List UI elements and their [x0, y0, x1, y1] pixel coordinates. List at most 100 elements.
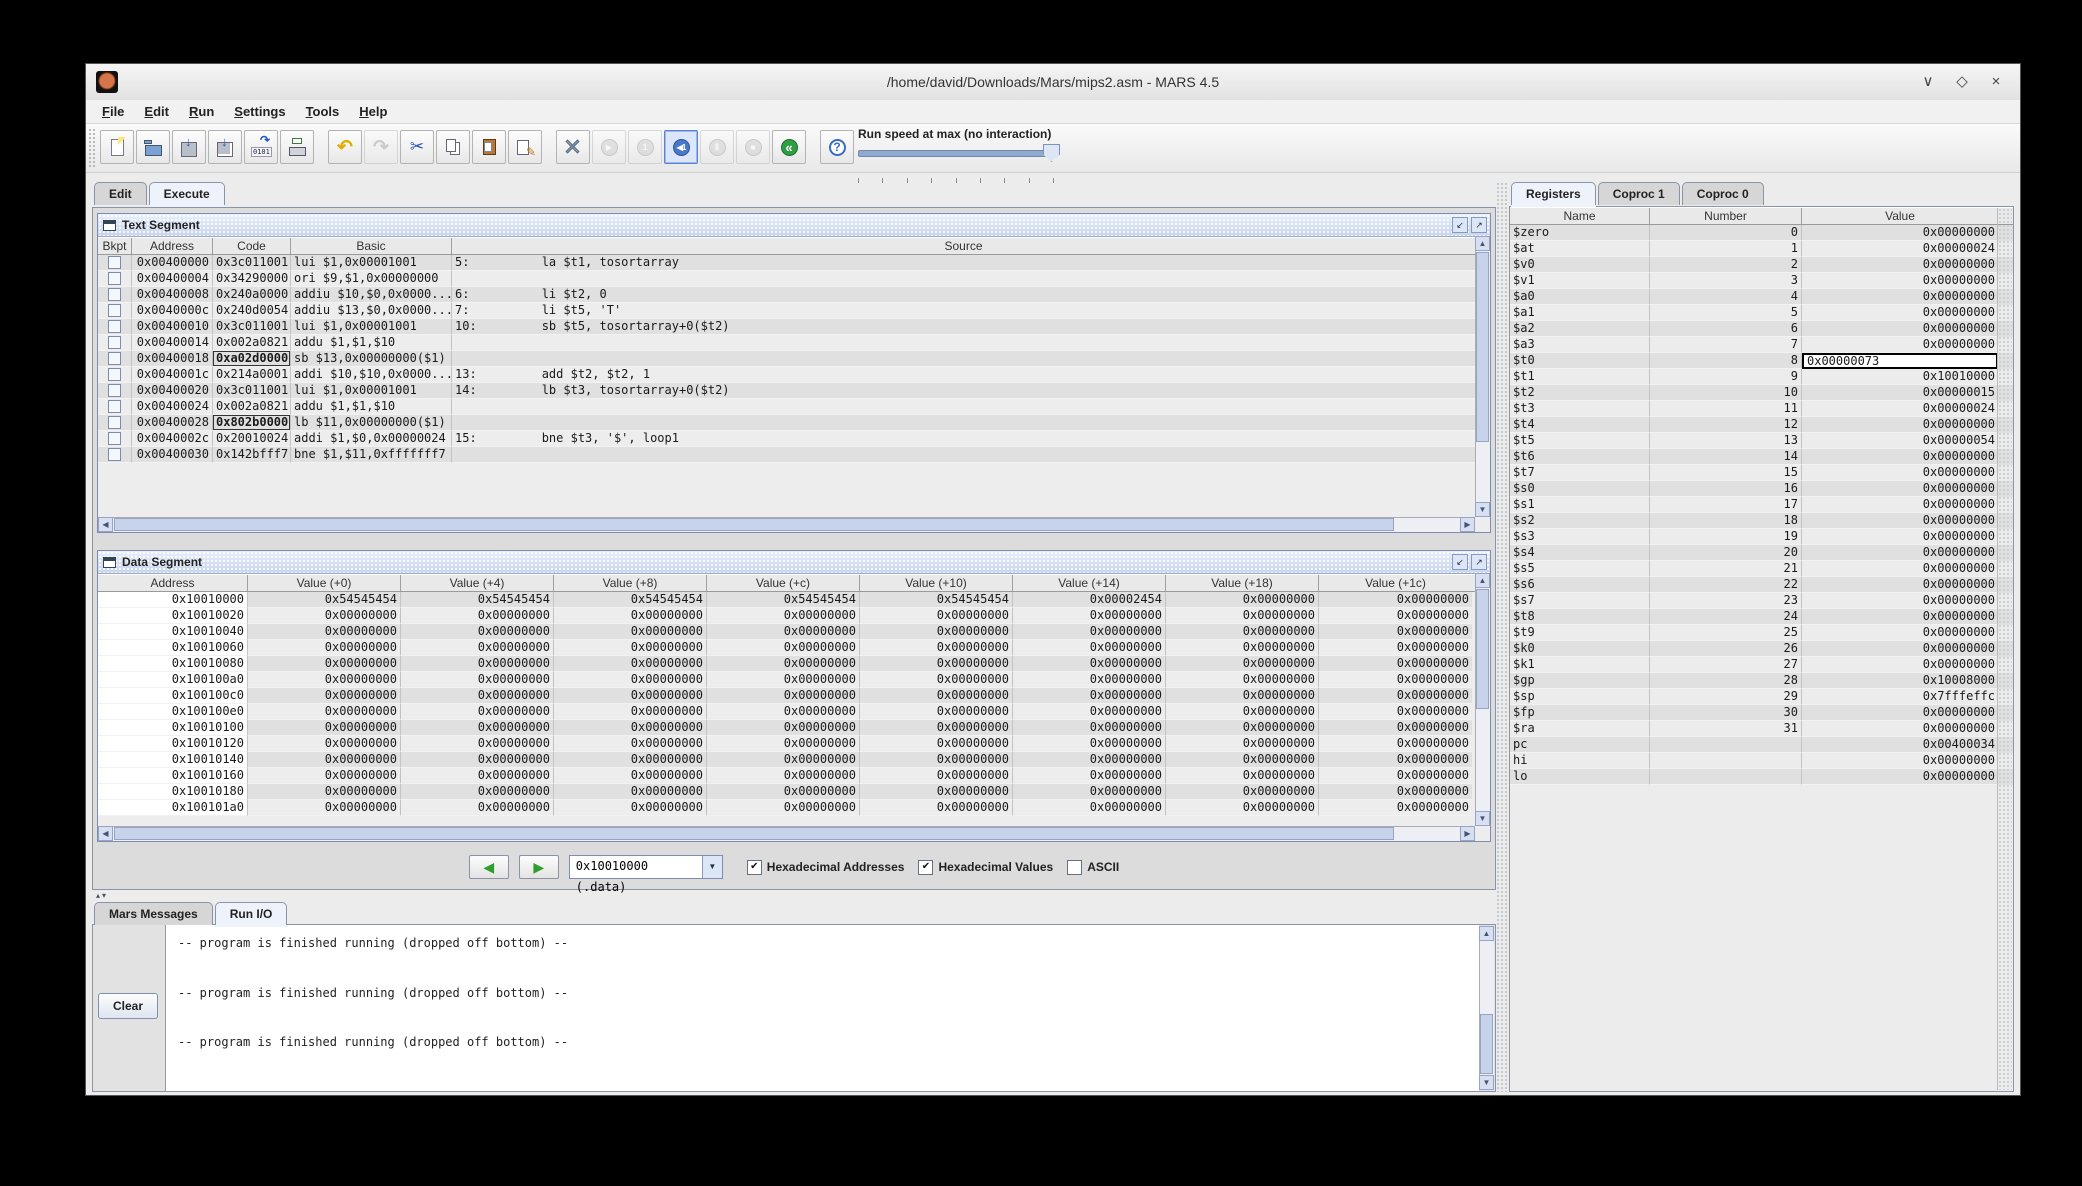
value-cell[interactable]: 0x00000000	[401, 656, 554, 672]
register-value[interactable]: 0x00000000	[1802, 337, 1998, 353]
value-cell[interactable]: 0x00000000	[248, 736, 401, 752]
value-cell[interactable]: 0x00000000	[1013, 720, 1166, 736]
value-cell[interactable]: 0x00000000	[401, 704, 554, 720]
value-cell[interactable]: 0x00000000	[860, 784, 1013, 800]
register-value[interactable]: 0x00000000	[1802, 289, 1998, 305]
register-tab[interactable]: Coproc 1	[1597, 182, 1680, 205]
toolbar-button[interactable]	[136, 130, 170, 164]
value-cell[interactable]: 0x00000000	[554, 608, 707, 624]
value-cell[interactable]: 0x54545454	[401, 592, 554, 608]
value-cell[interactable]: 0x00000000	[1319, 752, 1472, 768]
value-cell[interactable]: 0x00000000	[707, 736, 860, 752]
scroll-right-icon[interactable]: ▶	[1460, 826, 1475, 841]
scroll-thumb[interactable]	[1476, 252, 1489, 442]
toolbar-button[interactable]	[736, 130, 770, 164]
scroll-thumb[interactable]	[1480, 1014, 1493, 1074]
value-cell[interactable]: 0x00000000	[1319, 784, 1472, 800]
value-cell[interactable]: 0x00000000	[707, 608, 860, 624]
scroll-thumb[interactable]	[114, 827, 1394, 840]
value-cell[interactable]: 0x00000000	[1166, 592, 1319, 608]
value-cell[interactable]: 0x00000000	[554, 752, 707, 768]
value-cell[interactable]: 0x00000000	[707, 784, 860, 800]
scroll-thumb[interactable]	[114, 518, 1394, 531]
value-cell[interactable]: 0x00000000	[707, 704, 860, 720]
value-cell[interactable]: 0x00000000	[1319, 720, 1472, 736]
value-cell[interactable]: 0x00000000	[401, 784, 554, 800]
toolbar-button[interactable]	[628, 130, 662, 164]
value-cell[interactable]: 0x00000000	[1013, 608, 1166, 624]
value-cell[interactable]: 0x00000000	[707, 720, 860, 736]
value-cell[interactable]: 0x00000000	[1013, 704, 1166, 720]
value-cell[interactable]: 0x00000000	[1166, 720, 1319, 736]
toolbar-button[interactable]	[364, 130, 398, 164]
value-cell[interactable]: 0x00000000	[554, 688, 707, 704]
scroll-up-icon[interactable]: ▲	[1479, 926, 1494, 941]
messages-vscrollbar[interactable]: ▲ ▼	[1479, 926, 1494, 1090]
breakpoint-checkbox[interactable]	[108, 416, 121, 429]
value-cell[interactable]: 0x00000000	[1013, 752, 1166, 768]
register-value[interactable]: 0x00400034	[1802, 737, 1998, 753]
toolbar-button[interactable]	[664, 130, 698, 164]
value-cell[interactable]: 0x00000000	[860, 704, 1013, 720]
next-memory-range-button[interactable]: ▶	[518, 855, 559, 879]
register-tab[interactable]: Registers	[1511, 182, 1596, 205]
toolbar-button[interactable]	[328, 130, 362, 164]
value-cell[interactable]: 0x00000000	[248, 784, 401, 800]
data-segment-hscrollbar[interactable]: ◀ ▶	[98, 826, 1475, 841]
value-cell[interactable]: 0x00000000	[1166, 672, 1319, 688]
value-cell[interactable]: 0x00000000	[1013, 768, 1166, 784]
value-cell[interactable]: 0x00000000	[860, 608, 1013, 624]
toolbar-button[interactable]	[508, 130, 542, 164]
breakpoint-checkbox[interactable]	[108, 384, 121, 397]
value-cell[interactable]: 0x00000000	[248, 656, 401, 672]
value-cell[interactable]: 0x00000000	[554, 672, 707, 688]
register-value[interactable]: 0x00000000	[1802, 321, 1998, 337]
registers-scroll-track[interactable]	[1997, 208, 2012, 1090]
value-cell[interactable]: 0x00000000	[1166, 736, 1319, 752]
register-value[interactable]: 0x00000000	[1802, 705, 1998, 721]
value-cell[interactable]: 0x00000000	[707, 640, 860, 656]
toolbar-button[interactable]	[700, 130, 734, 164]
breakpoint-checkbox[interactable]	[108, 288, 121, 301]
scroll-left-icon[interactable]: ◀	[98, 517, 113, 532]
value-cell[interactable]: 0x00000000	[1319, 608, 1472, 624]
value-cell[interactable]: 0x00000000	[860, 800, 1013, 816]
value-cell[interactable]: 0x00000000	[1319, 768, 1472, 784]
toolbar-button[interactable]	[772, 130, 806, 164]
window-control-icon[interactable]: ◇	[1952, 72, 1972, 92]
chevron-down-icon[interactable]: ▼	[701, 856, 722, 878]
register-value[interactable]: 0x10008000	[1802, 673, 1998, 689]
register-value[interactable]: 0x00000073	[1802, 353, 1998, 369]
breakpoint-checkbox[interactable]	[108, 320, 121, 333]
register-value[interactable]: 0x00000000	[1802, 273, 1998, 289]
value-cell[interactable]: 0x00000000	[1166, 640, 1319, 656]
value-cell[interactable]: 0x00000000	[401, 800, 554, 816]
toolbar-button[interactable]	[556, 130, 590, 164]
value-cell[interactable]: 0x00000000	[1013, 800, 1166, 816]
register-value[interactable]: 0x00000000	[1802, 449, 1998, 465]
clear-button[interactable]: Clear	[98, 993, 158, 1019]
value-cell[interactable]: 0x00000000	[248, 640, 401, 656]
value-cell[interactable]: 0x00000000	[707, 800, 860, 816]
scroll-down-icon[interactable]: ▼	[1475, 502, 1490, 517]
frame-maximize-icon[interactable]: ↗	[1471, 554, 1487, 570]
value-cell[interactable]: 0x00000000	[860, 768, 1013, 784]
value-cell[interactable]: 0x00000000	[707, 672, 860, 688]
splitter-collapse-up-icon[interactable]: ▴	[96, 891, 100, 901]
frame-restore-icon[interactable]: ↙	[1452, 217, 1468, 233]
register-value[interactable]: 0x00000000	[1802, 257, 1998, 273]
value-cell[interactable]: 0x00000000	[1013, 784, 1166, 800]
register-value[interactable]: 0x00000000	[1802, 625, 1998, 641]
value-cell[interactable]: 0x00000000	[707, 768, 860, 784]
value-cell[interactable]: 0x00000000	[554, 656, 707, 672]
value-cell[interactable]: 0x00000000	[860, 624, 1013, 640]
toolbar-button[interactable]	[592, 130, 626, 164]
value-cell[interactable]: 0x00000000	[1166, 784, 1319, 800]
value-cell[interactable]: 0x00000000	[401, 688, 554, 704]
menu-item[interactable]: Run	[179, 101, 224, 123]
value-cell[interactable]: 0x00000000	[248, 800, 401, 816]
value-cell[interactable]: 0x00000000	[1166, 688, 1319, 704]
scroll-up-icon[interactable]: ▲	[1475, 573, 1490, 588]
value-cell[interactable]: 0x54545454	[707, 592, 860, 608]
message-tab[interactable]: Run I/O	[214, 902, 288, 925]
